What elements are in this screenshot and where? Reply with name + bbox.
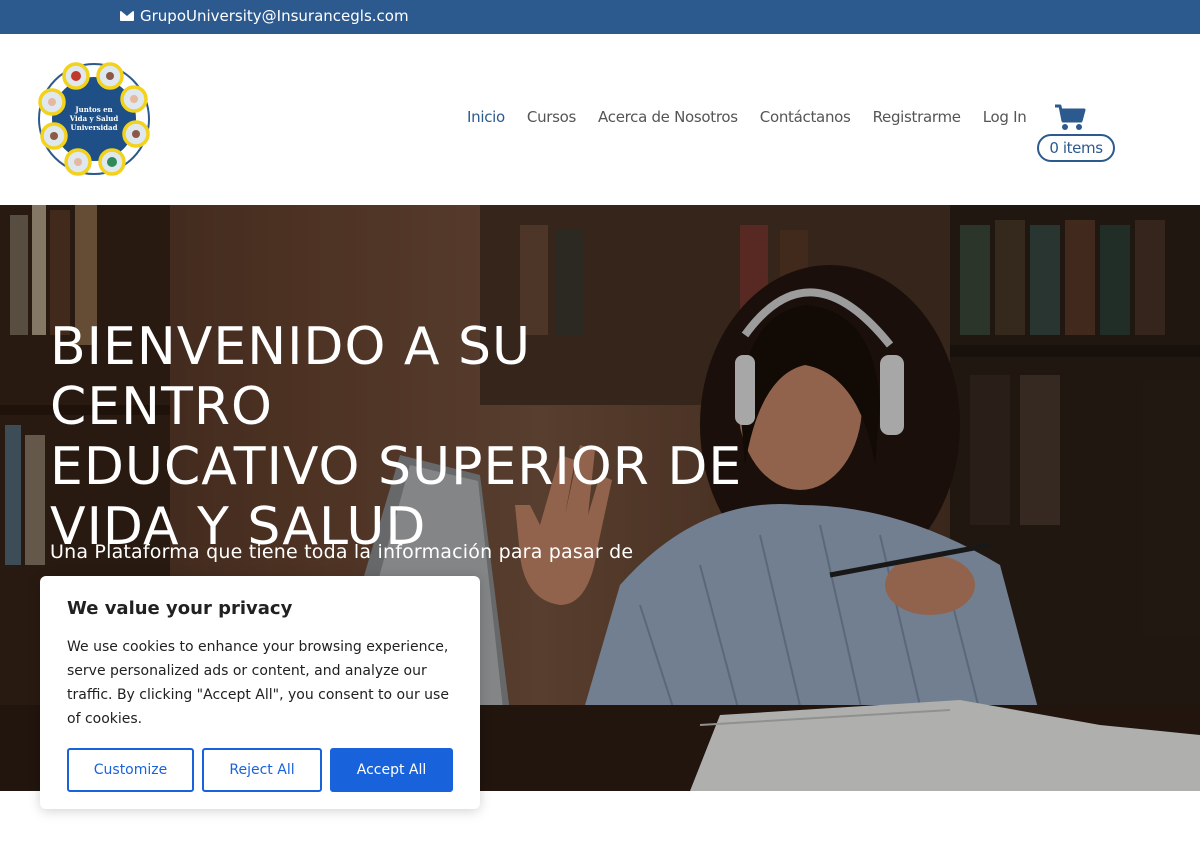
contact-email-link[interactable]: GrupoUniversity@Insurancegls.com bbox=[120, 7, 409, 25]
hero-title-line-2: EDUCATIVO SUPERIOR DE bbox=[50, 437, 743, 497]
cookie-buttons: Customize Reject All Accept All bbox=[67, 748, 453, 792]
logo-line-2: Vida y Salud bbox=[69, 114, 119, 123]
hero-title: BIENVENIDO A SU CENTRO EDUCATIVO SUPERIO… bbox=[50, 317, 770, 557]
hero-subtitle: Una Plataforma que tiene toda la informa… bbox=[50, 541, 634, 563]
envelope-icon bbox=[120, 11, 134, 21]
accept-all-button[interactable]: Accept All bbox=[330, 748, 453, 792]
main-nav: Inicio Cursos Acerca de Nosotros Contáct… bbox=[467, 108, 1048, 126]
contact-email-text: GrupoUniversity@Insurancegls.com bbox=[140, 7, 409, 25]
nav-item-cursos[interactable]: Cursos bbox=[527, 108, 576, 126]
nav-item-inicio[interactable]: Inicio bbox=[467, 108, 505, 126]
cart-count-badge[interactable]: 0 items bbox=[1037, 134, 1115, 162]
top-bar: GrupoUniversity@Insurancegls.com bbox=[0, 0, 1200, 34]
customize-button[interactable]: Customize bbox=[67, 748, 194, 792]
logo-line-1: Juntos en bbox=[74, 105, 112, 114]
site-logo[interactable]: Juntos en Vida y Salud Universidad bbox=[30, 54, 158, 184]
logo-line-3: Universidad bbox=[71, 123, 118, 132]
cookie-title: We value your privacy bbox=[67, 598, 293, 619]
nav-item-login[interactable]: Log In bbox=[983, 108, 1027, 126]
reject-all-button[interactable]: Reject All bbox=[202, 748, 322, 792]
hero-title-line-1: BIENVENIDO A SU CENTRO bbox=[50, 317, 532, 437]
site-header: Juntos en Vida y Salud Universidad Inici… bbox=[0, 34, 1200, 205]
cookie-consent-banner: We value your privacy We use cookies to … bbox=[40, 576, 480, 809]
shopping-cart-icon[interactable] bbox=[1054, 104, 1086, 132]
nav-item-registrarme[interactable]: Registrarme bbox=[873, 108, 961, 126]
nav-item-contactanos[interactable]: Contáctanos bbox=[760, 108, 851, 126]
nav-item-acerca[interactable]: Acerca de Nosotros bbox=[598, 108, 738, 126]
cookie-description: We use cookies to enhance your browsing … bbox=[67, 639, 449, 727]
